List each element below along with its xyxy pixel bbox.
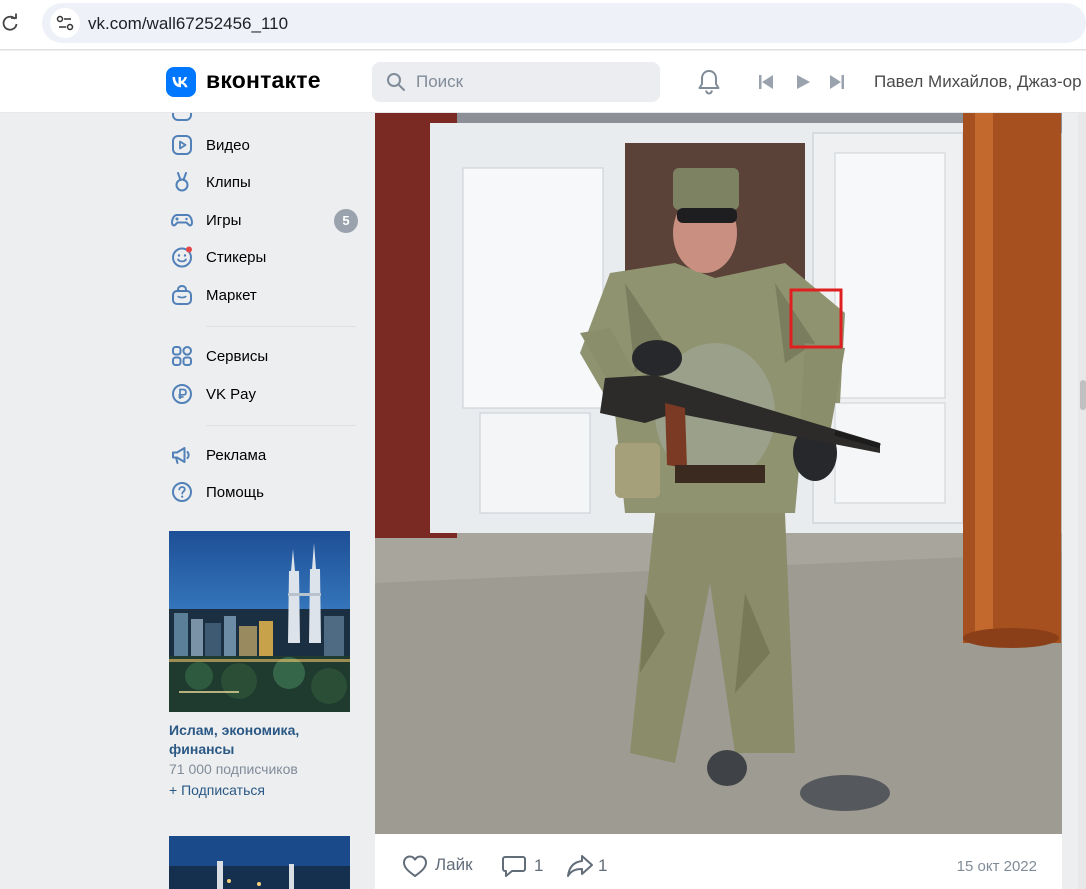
vk-logo-text[interactable]: вконтакте: [206, 67, 321, 94]
menu-label: VK Pay: [206, 386, 257, 403]
ads-icon: [172, 447, 190, 464]
comment-count[interactable]: 1: [534, 856, 543, 876]
site-info-icon[interactable]: [50, 8, 80, 38]
menu-item-video[interactable]: Видео: [166, 130, 362, 160]
vk-header: вконтакте Павел Михайлов, Джаз-ор: [0, 51, 1086, 113]
help-icon: [172, 482, 192, 502]
games-count-badge: 5: [334, 209, 358, 233]
menu-item-services[interactable]: Сервисы: [166, 341, 362, 371]
video-icon: [172, 135, 192, 155]
url-text[interactable]: vk.com/wall67252456_110: [88, 14, 288, 34]
search-input[interactable]: [416, 71, 646, 93]
menu-label: Клипы: [206, 174, 251, 191]
share-count[interactable]: 1: [598, 856, 607, 876]
market-icon: [172, 284, 192, 305]
like-heart-icon[interactable]: [402, 854, 428, 878]
menu-label: Стикеры: [206, 249, 267, 266]
ad-subscriber-count: 71 000 подписчиков: [169, 761, 298, 777]
page-right-gutter: [1078, 113, 1086, 889]
search-box[interactable]: [372, 62, 660, 102]
menu-item-clips[interactable]: Клипы: [166, 167, 362, 197]
stickers-icon: [172, 246, 192, 268]
menu-label: Сервисы: [206, 348, 269, 365]
ad-cover-image-2[interactable]: [169, 836, 350, 889]
post-actions-bar: Лайк 1 1 15 окт 2022: [375, 834, 1062, 889]
partial-icon: [172, 113, 192, 121]
previous-track-icon[interactable]: [757, 73, 775, 91]
menu-label: Реклама: [206, 447, 267, 464]
scrollbar-thumb[interactable]: [1080, 380, 1086, 410]
menu-item-market[interactable]: Маркет: [166, 280, 362, 310]
menu-label: Маркет: [206, 287, 257, 304]
notifications-bell-icon[interactable]: [696, 68, 722, 96]
play-icon[interactable]: [794, 73, 812, 91]
ad-community-title[interactable]: Ислам, экономика, финансы: [169, 721, 350, 759]
menu-label: Видео: [206, 137, 250, 154]
menu-divider: [206, 425, 356, 426]
menu-item-stickers[interactable]: Стикеры: [166, 242, 362, 272]
address-bar[interactable]: vk.com/wall67252456_110: [42, 3, 1086, 43]
subscribe-link[interactable]: + Подписаться: [169, 782, 265, 798]
ad-cover-image[interactable]: [169, 531, 350, 712]
post-photo[interactable]: [375, 113, 1062, 834]
menu-item-vkpay[interactable]: VK Pay: [166, 379, 362, 409]
vkpay-icon: [172, 384, 192, 404]
menu-label: Игры: [206, 212, 242, 229]
browser-toolbar: vk.com/wall67252456_110: [0, 0, 1086, 50]
post-date[interactable]: 15 окт 2022: [957, 858, 1037, 875]
menu-item-partially-hidden: [166, 113, 362, 123]
like-label[interactable]: Лайк: [435, 855, 473, 875]
menu-label: Помощь: [206, 484, 264, 501]
now-playing-title[interactable]: Павел Михайлов, Джаз-ор: [874, 72, 1086, 94]
games-icon: [171, 214, 193, 227]
menu-item-ads[interactable]: Реклама: [166, 440, 362, 470]
clips-icon: [175, 172, 189, 192]
reload-icon[interactable]: [0, 13, 20, 33]
comment-icon[interactable]: [501, 854, 527, 878]
services-icon: [172, 346, 193, 366]
share-icon[interactable]: [566, 853, 594, 879]
wall-post: Лайк 1 1 15 окт 2022: [375, 113, 1062, 889]
search-icon: [387, 73, 405, 91]
next-track-icon[interactable]: [828, 73, 846, 91]
menu-item-help[interactable]: Помощь: [166, 477, 362, 507]
vk-logo-icon[interactable]: [166, 67, 196, 97]
menu-divider: [206, 326, 356, 327]
menu-item-games[interactable]: Игры 5: [166, 205, 362, 235]
